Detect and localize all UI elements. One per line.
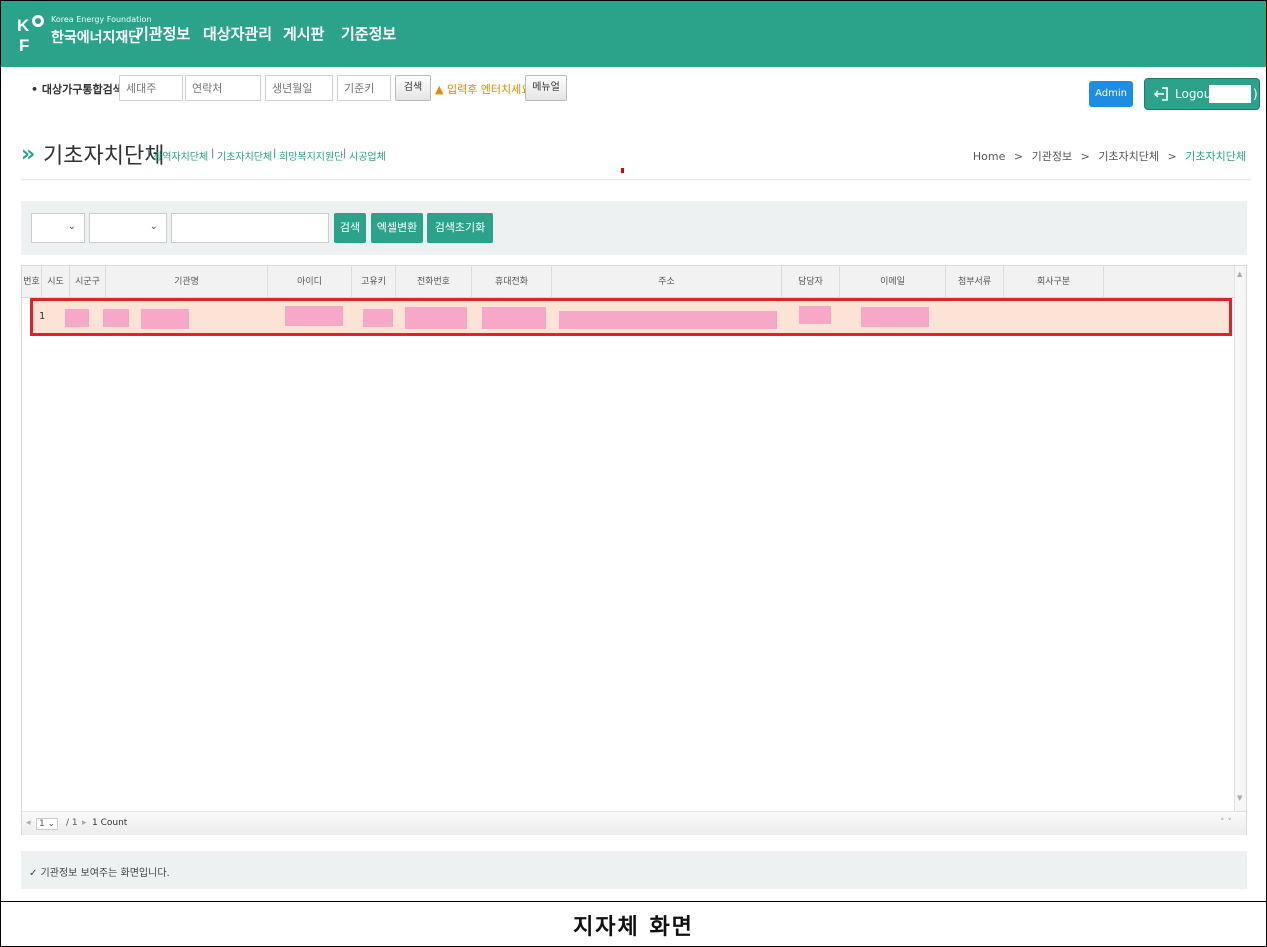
kef-logo-icon: K F — [17, 15, 44, 53]
scroll-up-icon[interactable]: ▲ — [1237, 270, 1242, 278]
householder-input[interactable] — [119, 75, 183, 101]
col-header-user-id[interactable]: 아이디 — [268, 266, 352, 298]
admin-button[interactable]: Admin — [1089, 81, 1133, 107]
logout-close-paren: ) — [1253, 87, 1258, 101]
redacted-cell — [141, 309, 189, 329]
redacted-cell — [799, 306, 831, 324]
app-screen: K F Korea Energy Foundation 한국에너지재단 기관정보… — [1, 1, 1266, 901]
redacted-cell — [559, 311, 777, 329]
nav-item-standards[interactable]: 기준정보 — [341, 23, 396, 44]
brand-logo[interactable]: K F Korea Energy Foundation 한국에너지재단 — [17, 11, 151, 57]
svg-text:F: F — [19, 36, 29, 53]
page-title-row: » 기초자치단체 | 광역자치단체 | 기초자치단체 | 희망복지지원단 | 시… — [21, 136, 1251, 180]
sublink-separator: | — [343, 148, 347, 159]
col-header-province[interactable]: 시도 — [42, 266, 70, 298]
redacted-cell — [103, 309, 129, 327]
sublink-local-gov[interactable]: 기초자치단체 — [217, 148, 272, 163]
col-header-no[interactable]: 번호 — [22, 266, 42, 298]
caption-row: 지자체 화면 — [0, 901, 1267, 947]
col-header-attachments[interactable]: 첨부서류 — [946, 266, 1004, 298]
cell-no: 1 — [39, 311, 46, 322]
birthdate-input[interactable] — [265, 75, 333, 101]
grid-pager: ◂ 1 ⌄ / 1 ▸ 1 Count ˄ ˅ — [22, 811, 1246, 835]
figure-caption: 지자체 화면 — [573, 914, 694, 940]
col-header-address[interactable]: 주소 — [552, 266, 782, 298]
breadcrumb-separator: > — [1080, 150, 1090, 163]
filter-search-button[interactable]: 검색 — [334, 213, 366, 243]
search-label: • 대상가구통합검색 : — [31, 83, 132, 96]
page-select[interactable]: 1 ⌄ — [36, 818, 59, 830]
sublink-separator: | — [147, 148, 151, 159]
col-header-company-type[interactable]: 회사구분 — [1004, 266, 1104, 298]
manual-button[interactable]: 메뉴얼 — [525, 75, 567, 101]
col-header-email[interactable]: 이메일 — [840, 266, 946, 298]
screen-description: ✓ 기관정보 보여주는 화면입니다. — [21, 851, 1247, 889]
page-select-value: 1 — [39, 819, 45, 829]
breadcrumb-home[interactable]: Home — [973, 150, 1005, 163]
filter-bar: ⌄ ⌄ 검색 엑셀변환 검색초기화 — [21, 201, 1247, 255]
base-key-input[interactable] — [337, 75, 391, 101]
global-search-button[interactable]: 검색 — [395, 75, 431, 101]
reset-search-button[interactable]: 검색초기화 — [427, 213, 493, 243]
col-header-district[interactable]: 시군구 — [70, 266, 106, 298]
red-marker — [621, 168, 624, 173]
breadcrumb-local-gov[interactable]: 기초자치단체 — [1098, 150, 1159, 163]
data-grid: 번호 시도 시군구 기관명 아이디 고유키 전화번호 휴대전화 주소 담당자 이… — [21, 265, 1247, 835]
sublink-separator: | — [273, 148, 277, 159]
nav-item-targets[interactable]: 대상자관리 — [203, 23, 272, 44]
col-header-phone[interactable]: 전화번호 — [396, 266, 472, 298]
col-header-unique-key[interactable]: 고유키 — [352, 266, 396, 298]
keyword-input[interactable] — [171, 213, 329, 243]
vertical-scrollbar[interactable]: ▲ ▼ — [1234, 266, 1246, 811]
redacted-cell — [363, 309, 393, 327]
sublink-welfare-team[interactable]: 희망복지지원단 — [279, 148, 343, 163]
nav-item-institution[interactable]: 기관정보 — [135, 23, 190, 44]
sublink-separator: | — [211, 148, 215, 159]
district-select[interactable]: ⌄ — [89, 213, 167, 243]
grid-header: 번호 시도 시군구 기관명 아이디 고유키 전화번호 휴대전화 주소 담당자 이… — [22, 266, 1236, 298]
province-select[interactable]: ⌄ — [31, 213, 85, 243]
breadcrumb: Home > 기관정보 > 기초자치단체 > 기초자치단체 — [968, 148, 1251, 164]
search-hint: ▲ 입력후 엔터치세요 — [435, 83, 532, 96]
excel-export-button[interactable]: 엑셀변환 — [371, 213, 423, 243]
breadcrumb-current: 기초자치단체 — [1185, 150, 1246, 163]
redacted-cell — [482, 307, 546, 329]
contact-input[interactable] — [185, 75, 261, 101]
chevron-down-icon: ⌄ — [67, 221, 76, 232]
breadcrumb-institution[interactable]: 기관정보 — [1032, 150, 1072, 163]
redacted-cell — [861, 307, 929, 327]
scroll-down-icon[interactable]: ▼ — [1237, 794, 1242, 802]
prev-page-icon[interactable]: ◂ — [26, 818, 31, 828]
global-search-bar: • 대상가구통합검색 : 검색 ▲ 입력후 엔터치세요 메뉴얼 Admin Lo… — [1, 67, 1266, 111]
sublink-metro-gov[interactable]: 광역자치단체 — [153, 148, 208, 163]
top-navbar: K F Korea Energy Foundation 한국에너지재단 기관정보… — [1, 1, 1266, 67]
next-page-icon[interactable]: ▸ — [82, 818, 87, 828]
table-row[interactable]: 1 — [30, 298, 1232, 336]
redacted-cell — [65, 309, 89, 327]
page-total: / 1 — [66, 818, 78, 828]
svg-text:K: K — [17, 16, 30, 35]
breadcrumb-separator: > — [1013, 150, 1024, 163]
breadcrumb-separator: > — [1167, 150, 1177, 163]
record-count: 1 Count — [92, 818, 128, 828]
col-header-manager[interactable]: 담당자 — [782, 266, 840, 298]
scroll-horizontal-icon[interactable]: ˄ ˅ — [1220, 818, 1232, 828]
col-header-mobile[interactable]: 휴대전화 — [472, 266, 552, 298]
logout-button[interactable]: Logout( ) — [1144, 78, 1260, 110]
title-chevron-icon: » — [21, 142, 36, 167]
nav-item-board[interactable]: 게시판 — [283, 23, 324, 44]
username-redaction — [1209, 85, 1251, 103]
redacted-cell — [285, 306, 343, 326]
col-header-org-name[interactable]: 기관명 — [106, 266, 268, 298]
brand-name-ko: 한국에너지재단 — [51, 30, 142, 46]
sublink-contractor[interactable]: 시공업체 — [349, 148, 386, 163]
chevron-down-icon: ⌄ — [149, 221, 158, 232]
redacted-cell — [405, 307, 467, 329]
logout-icon — [1153, 87, 1168, 101]
